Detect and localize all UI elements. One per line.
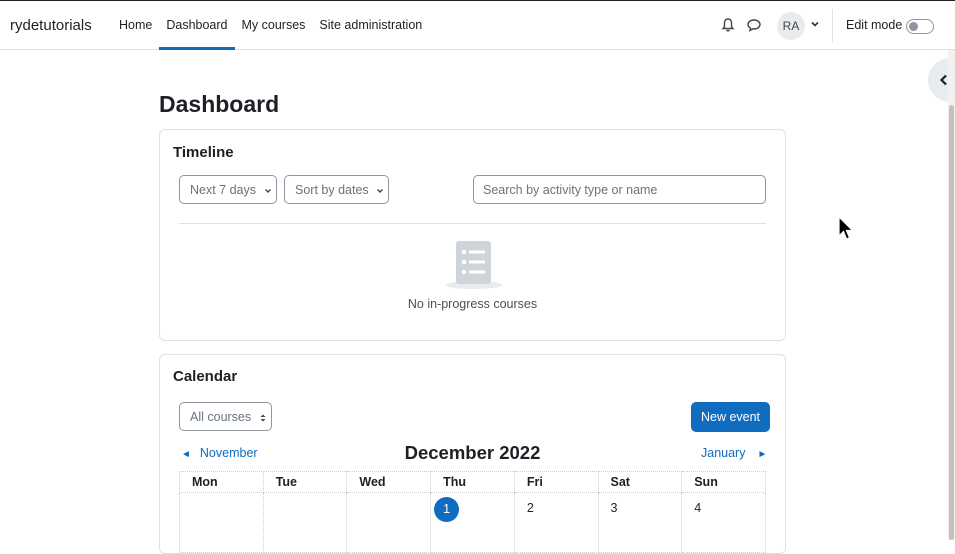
empty-list-icon <box>446 241 502 289</box>
timeline-search-input[interactable] <box>473 175 766 204</box>
calendar-day-cell[interactable]: 1 <box>430 492 515 553</box>
chevron-down-icon[interactable] <box>810 19 820 29</box>
weekday-header: Fri <box>513 471 599 493</box>
weekday-header: Sat <box>597 471 683 493</box>
triangle-right-icon: ► <box>757 449 768 460</box>
calendar-month-grid: Mon Tue Wed Thu Fri Sat Sun 1 2 3 4 <box>179 471 766 553</box>
weekday-header: Thu <box>430 471 515 493</box>
top-navbar: rydetutorials Home Dashboard My courses … <box>0 0 955 50</box>
calendar-day-cell <box>346 492 432 553</box>
timeline-block: Timeline Next 7 days Sort by dates No in… <box>159 129 786 341</box>
next-month-label: January <box>701 446 746 460</box>
calendar-week-row: 1 2 3 4 <box>179 492 766 553</box>
page-title: Dashboard <box>159 91 280 117</box>
new-event-button[interactable]: New event <box>691 402 770 432</box>
calendar-current-month: December 2022 <box>404 442 541 463</box>
weekday-header: Tue <box>262 471 348 493</box>
timeline-sort-label: Sort by dates <box>295 183 369 197</box>
calendar-course-filter[interactable]: All courses <box>179 402 272 431</box>
calendar-course-filter-label: All courses <box>190 410 252 424</box>
timeline-day-filter[interactable]: Next 7 days <box>179 175 277 204</box>
weekday-header: Wed <box>346 471 432 493</box>
timeline-empty-message: No in-progress courses <box>407 297 538 311</box>
mouse-cursor-icon <box>838 216 854 240</box>
weekday-header: Sun <box>681 471 766 493</box>
calendar-day-cell[interactable]: 3 <box>597 492 683 553</box>
nav-link-site-administration[interactable]: Site administration <box>312 1 429 50</box>
primary-navigation: Home Dashboard My courses Site administr… <box>112 1 429 50</box>
weekday-header: Mon <box>179 471 264 493</box>
user-avatar[interactable]: RA <box>777 12 805 40</box>
timeline-day-filter-label: Next 7 days <box>190 183 257 197</box>
calendar-day-number[interactable]: 2 <box>527 501 534 515</box>
sort-arrows-icon <box>260 414 266 422</box>
calendar-day-cell <box>262 492 348 553</box>
page-scrollbar-thumb[interactable] <box>949 105 954 540</box>
chevron-down-icon <box>377 188 384 193</box>
chat-bubble-icon[interactable] <box>746 17 762 33</box>
chevron-down-icon <box>264 188 271 193</box>
calendar-day-number[interactable]: 4 <box>694 501 701 515</box>
timeline-sort-dropdown[interactable]: Sort by dates <box>284 175 389 204</box>
navbar-divider <box>832 9 833 43</box>
nav-link-dashboard[interactable]: Dashboard <box>159 1 235 50</box>
calendar-day-number[interactable]: 3 <box>611 501 618 515</box>
timeline-divider <box>179 223 766 224</box>
site-brand[interactable]: rydetutorials <box>10 17 92 34</box>
nav-link-home[interactable]: Home <box>112 1 159 50</box>
nav-link-my-courses[interactable]: My courses <box>235 1 313 50</box>
calendar-weekday-header: Mon Tue Wed Thu Fri Sat Sun <box>179 471 766 493</box>
calendar-day-cell[interactable]: 2 <box>513 492 599 553</box>
calendar-day-cell <box>179 492 264 553</box>
edit-mode-toggle[interactable] <box>906 19 934 34</box>
edit-mode-label: Edit mode <box>846 18 903 32</box>
next-month-link[interactable]: January ► <box>701 446 767 460</box>
calendar-day-cell[interactable]: 4 <box>681 492 766 553</box>
calendar-block: Calendar All courses New event ◄ November… <box>159 354 786 554</box>
calendar-today-marker[interactable]: 1 <box>434 497 460 522</box>
calendar-title: Calendar <box>173 368 238 385</box>
bell-icon[interactable] <box>720 17 736 33</box>
timeline-title: Timeline <box>173 144 234 161</box>
